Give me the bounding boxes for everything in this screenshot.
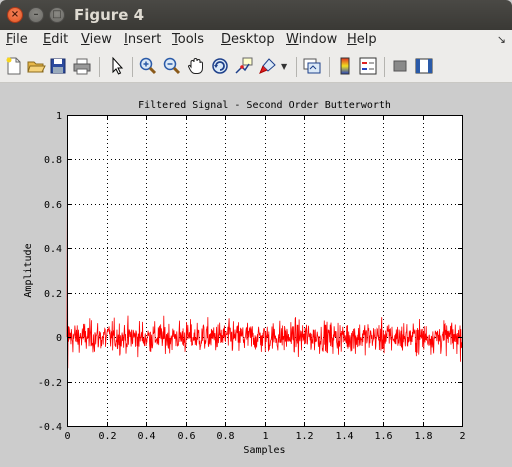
x-tick-label: 0.4 (137, 431, 155, 442)
brush-icon[interactable] (258, 56, 278, 76)
window-title: Figure 4 (74, 6, 145, 24)
x-tick-label: 1.4 (335, 431, 353, 442)
menu-insert[interactable]: Insert (124, 32, 161, 47)
menu-mnemonic: E (43, 32, 52, 47)
toolbar-separator (329, 57, 330, 77)
plot-axes[interactable]: 0 0.2 0.4 0.6 0.8 1 1.2 1.4 1.6 1.8 2 -0.4 -0.2 0 0.2 0… (0, 83, 512, 467)
data-cursor-icon[interactable] (234, 56, 254, 76)
figure-window: × – □ Figure 4 ↘ File Edit View Insert Tools… (0, 0, 512, 467)
x-tick-label: 0.8 (216, 431, 234, 442)
menu-mnemonic: W (286, 32, 299, 47)
x-tick-label: 1 (262, 431, 268, 442)
menu-mnemonic: V (81, 32, 90, 47)
open-file-icon[interactable] (26, 56, 46, 76)
menu-label-rest: dit (51, 32, 69, 47)
minimize-icon: – (33, 9, 39, 20)
x-tick-label: 1.2 (295, 431, 313, 442)
y-tick-label: 0 (56, 333, 62, 344)
menu-mnemonic: D (221, 32, 232, 47)
hide-plot-tools-icon[interactable] (390, 56, 410, 76)
new-figure-icon[interactable] (4, 56, 24, 76)
toolbar-separator (132, 57, 133, 77)
x-tick-label: 1.8 (414, 431, 432, 442)
y-tick-label: 1 (56, 111, 62, 122)
toolbar-separator (296, 57, 297, 77)
menu-label-rest: esktop (231, 32, 275, 47)
close-icon: × (10, 9, 20, 20)
rotate-3d-icon[interactable] (210, 56, 230, 76)
menu-window[interactable]: Window (286, 32, 337, 47)
colorbar-icon[interactable] (335, 56, 355, 76)
menu-label-rest: indow (298, 32, 338, 47)
toolbar-separator (384, 57, 385, 77)
axes-background (67, 115, 462, 426)
menu-tools[interactable]: Tools (172, 32, 204, 47)
maximize-window-button[interactable]: □ (49, 7, 65, 23)
y-tick-label: 0.4 (44, 244, 62, 255)
y-tick-label: 0.6 (44, 200, 62, 211)
menu-edit[interactable]: Edit (43, 32, 68, 47)
x-axis-label: Samples (243, 445, 285, 456)
pointer-icon[interactable] (107, 56, 127, 76)
pan-hand-icon[interactable] (186, 56, 206, 76)
chart-title: Filtered Signal - Second Order Butterwor… (138, 100, 391, 111)
x-tick-label: 1.6 (374, 431, 392, 442)
x-tick-label: 0.2 (98, 431, 116, 442)
y-tick-label: -0.2 (38, 378, 62, 389)
y-tick-label: -0.4 (38, 422, 62, 433)
save-icon[interactable] (48, 56, 68, 76)
figure-canvas[interactable]: 0 0.2 0.4 0.6 0.8 1 1.2 1.4 1.6 1.8 2 -0.4 -0.2 0 0.2 0… (0, 83, 512, 467)
x-tick-label: 0 (64, 431, 70, 442)
menu-label-rest: ools (177, 32, 205, 47)
menu-label-rest: elp (356, 32, 377, 47)
title-bar[interactable]: × – □ Figure 4 (0, 0, 512, 30)
zoom-out-icon[interactable] (162, 56, 182, 76)
menu-label-rest: iew (89, 32, 112, 47)
menubar-dock-arrow-icon[interactable]: ↘ (497, 33, 506, 46)
menu-label-rest: ile (12, 32, 28, 47)
y-tick-label: 0.8 (44, 155, 62, 166)
y-axis-label: Amplitude (23, 243, 34, 297)
print-icon[interactable] (72, 56, 92, 76)
brush-dropdown-icon[interactable]: ▼ (281, 62, 287, 71)
close-window-button[interactable]: × (7, 7, 23, 23)
y-tick-label: 0.2 (44, 289, 62, 300)
menu-file[interactable]: File (6, 32, 28, 47)
menu-mnemonic: H (347, 32, 357, 47)
show-plot-tools-icon[interactable] (414, 56, 434, 76)
zoom-in-icon[interactable] (138, 56, 158, 76)
legend-icon[interactable] (358, 56, 378, 76)
toolbar: ▼ (0, 51, 512, 83)
x-tick-label: 0.6 (177, 431, 195, 442)
x-tick-label: 2 (459, 431, 465, 442)
menu-bar: ↘ File Edit View Insert Tools Desktop Window He… (0, 30, 512, 51)
menu-help[interactable]: Help (347, 32, 377, 47)
menu-view[interactable]: View (81, 32, 112, 47)
menu-desktop[interactable]: Desktop (221, 32, 275, 47)
maximize-icon: □ (52, 9, 62, 20)
link-plot-icon[interactable] (302, 56, 322, 76)
minimize-window-button[interactable]: – (28, 7, 44, 23)
menu-label-rest: nsert (127, 32, 162, 47)
toolbar-separator (99, 57, 100, 77)
